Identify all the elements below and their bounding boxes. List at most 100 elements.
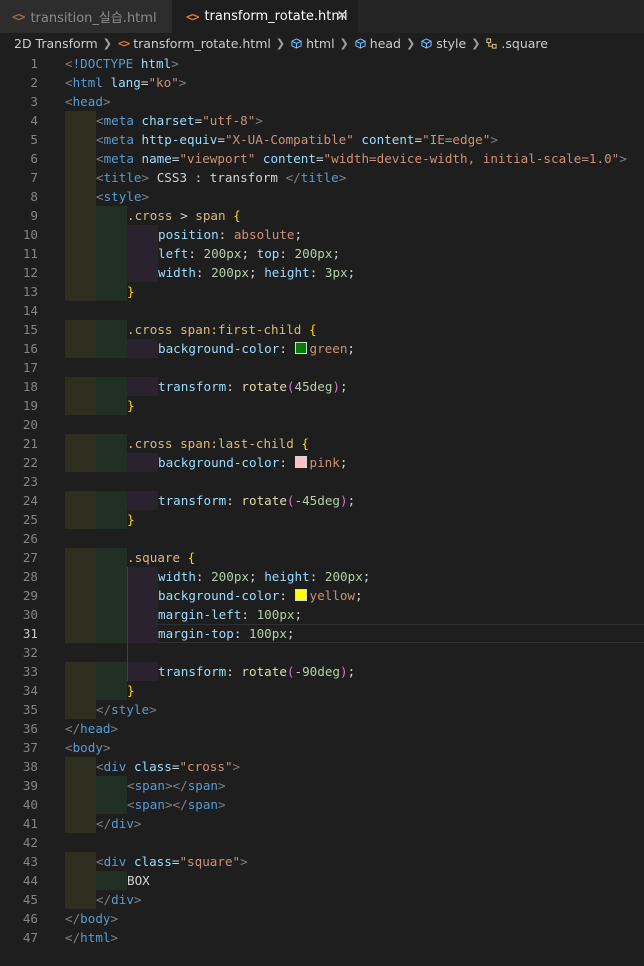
code-line[interactable]: 30 margin-left: 100px; [0, 605, 644, 624]
code-line[interactable]: 36 </head> [0, 719, 644, 738]
code-token: span [187, 797, 219, 812]
code-line[interactable]: 27 .square { [0, 548, 644, 567]
code-text: <meta charset="utf-8"> [96, 111, 263, 130]
breadcrumb-item-head[interactable]: head [355, 36, 401, 51]
code-editor[interactable]: 1 <!DOCTYPE html> 2 <html lang="ko"> 3 <head>… [0, 53, 644, 966]
code-line[interactable]: 11 left: 200px; top: 200px; [0, 244, 644, 263]
code-line[interactable]: 43 <div class="square"> [0, 852, 644, 871]
code-line[interactable]: 28 width: 200px; height: 200px; [0, 567, 644, 586]
code-line[interactable]: 31 margin-top: 100px; [0, 624, 644, 643]
code-token: body [72, 740, 103, 755]
code-line[interactable]: 22 background-color: pink; [0, 453, 644, 472]
code-line[interactable]: 33 transform: rotate(-90deg); [0, 662, 644, 681]
code-text: background-color: green; [158, 339, 355, 358]
code-line[interactable]: 37 <body> [0, 738, 644, 757]
line-number: 18 [22, 379, 38, 394]
line-number: 26 [22, 531, 38, 546]
code-line[interactable]: 17 [0, 358, 644, 377]
breadcrumb-item-square[interactable]: .square [486, 36, 548, 51]
breadcrumb: 2D Transform ❯ <> transform_rotate.html … [0, 33, 644, 53]
indent-guide [127, 567, 158, 586]
code-line[interactable]: 20 [0, 415, 644, 434]
code-token: !DOCTYPE [72, 56, 141, 71]
code-line[interactable]: 47 </html> [0, 928, 644, 947]
code-line[interactable]: 3 <head> [0, 92, 644, 111]
code-token: class [133, 759, 172, 774]
code-line[interactable]: 46 </body> [0, 909, 644, 928]
indent-guide [96, 567, 127, 586]
code-token: ; [286, 626, 295, 641]
line-number: 17 [22, 360, 38, 375]
breadcrumb-item-style[interactable]: style [421, 36, 466, 51]
code-line[interactable]: 45 </div> [0, 890, 644, 909]
line-number: 7 [30, 170, 38, 185]
code-line[interactable]: 41 </div> [0, 814, 644, 833]
code-line[interactable]: 13} [0, 282, 644, 301]
code-line[interactable]: 10 position: absolute; [0, 225, 644, 244]
code-token: height [264, 569, 310, 584]
code-line[interactable]: 23 [0, 472, 644, 491]
code-token: content [262, 151, 316, 166]
active-indent-guide [127, 567, 128, 681]
code-line[interactable]: 14 [0, 301, 644, 320]
code-token: < [96, 170, 104, 185]
code-line[interactable]: 40 <span></span> [0, 795, 644, 814]
code-token: > [141, 170, 150, 185]
tab-transition-practice[interactable]: <> transition_실습.html [0, 0, 172, 33]
indent-guide [96, 434, 127, 453]
code-token: : [226, 493, 242, 508]
code-line[interactable]: 9 .cross > span { [0, 206, 644, 225]
code-line[interactable]: 7 <title> CSS3 : transform </title> [0, 168, 644, 187]
code-line[interactable]: 35 </style> [0, 700, 644, 719]
code-line[interactable]: 1 <!DOCTYPE html> [0, 54, 644, 73]
code-token: ; [294, 227, 303, 242]
line-number: 40 [22, 797, 38, 812]
color-swatch[interactable] [294, 589, 307, 601]
code-token: style [111, 702, 150, 717]
code-token: height [264, 265, 310, 280]
breadcrumb-item-html[interactable]: html [291, 36, 335, 51]
code-line[interactable]: 42 [0, 833, 644, 852]
color-swatch[interactable] [294, 342, 307, 354]
code-line[interactable]: 5 <meta http-equiv="X-UA-Compatible" cont… [0, 130, 644, 149]
code-line[interactable]: 12 width: 200px; height: 3px; [0, 263, 644, 282]
code-line[interactable]: 18 transform: rotate(45deg); [0, 377, 644, 396]
code-line[interactable]: 34} [0, 681, 644, 700]
code-token: http-equiv [141, 132, 218, 147]
code-line[interactable]: 32 [0, 643, 644, 662]
tab-transform-rotate[interactable]: <> transform_rotate.html ✕ [172, 0, 358, 33]
color-swatch[interactable] [294, 456, 307, 468]
code-line[interactable]: 19} [0, 396, 644, 415]
code-line[interactable]: 26 [0, 529, 644, 548]
code-token: body [80, 911, 111, 926]
code-token: > [232, 759, 241, 774]
code-line[interactable]: 16 background-color: green; [0, 339, 644, 358]
code-token: < [65, 75, 73, 90]
code-line[interactable]: 38 <div class="cross"> [0, 757, 644, 776]
breadcrumb-label: 2D Transform [14, 35, 98, 51]
indent-guide [96, 320, 127, 339]
code-line[interactable]: 6 <meta name="viewport" content="width=de… [0, 149, 644, 168]
breadcrumb-item-folder[interactable]: 2D Transform [14, 36, 98, 51]
code-token: meta [103, 113, 142, 128]
code-token: margin-left [158, 607, 242, 622]
close-icon[interactable]: ✕ [336, 8, 348, 24]
code-text: <meta http-equiv="X-UA-Compatible" conte… [96, 130, 498, 149]
code-line[interactable]: 29 background-color: yellow; [0, 586, 644, 605]
code-token: } [127, 512, 135, 527]
code-line[interactable]: 8 <style> [0, 187, 644, 206]
code-token: background-color [158, 588, 280, 603]
breadcrumb-item-file[interactable]: <> transform_rotate.html [118, 36, 271, 51]
code-line[interactable]: 39 <span></span> [0, 776, 644, 795]
code-line[interactable]: 24 transform: rotate(-45deg); [0, 491, 644, 510]
code-token: style [103, 189, 142, 204]
indent-guide [96, 206, 127, 225]
indent-guide [65, 624, 96, 643]
code-line[interactable]: 21 .cross span:last-child { [0, 434, 644, 453]
code-line[interactable]: 15 .cross span:first-child { [0, 320, 644, 339]
code-line[interactable]: 2 <html lang="ko"> [0, 73, 644, 92]
code-line[interactable]: 25} [0, 510, 644, 529]
code-line[interactable]: 44 BOX [0, 871, 644, 890]
code-line[interactable]: 4 <meta charset="utf-8"> [0, 111, 644, 130]
indent-guide [96, 605, 127, 624]
